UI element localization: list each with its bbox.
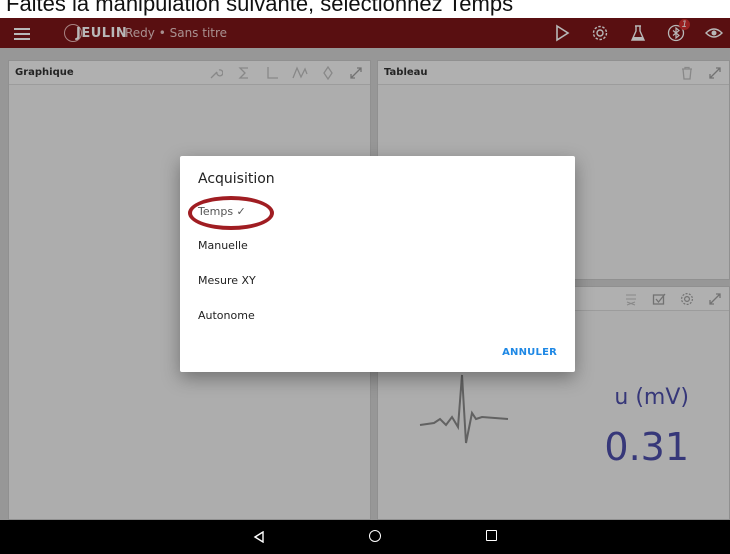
option-temps[interactable]: Temps ✓ — [198, 205, 246, 218]
dialog-title: Acquisition — [198, 171, 275, 187]
acquisition-dialog: Acquisition Temps ✓ Manuelle Mesure XY A… — [180, 156, 575, 372]
recent-apps-icon[interactable] — [486, 530, 497, 541]
instruction-caption: Faites la manipulation suivante, selecti… — [0, 0, 730, 18]
back-icon[interactable] — [253, 531, 265, 543]
option-autonome[interactable]: Autonome — [198, 309, 255, 322]
instruction-text: Faites la manipulation suivante, selecti… — [6, 0, 514, 16]
option-manuelle[interactable]: Manuelle — [198, 239, 248, 252]
cancel-button[interactable]: ANNULER — [502, 347, 557, 358]
option-mesure-xy[interactable]: Mesure XY — [198, 274, 256, 287]
system-nav-bar — [0, 520, 730, 554]
home-icon[interactable] — [369, 530, 381, 542]
